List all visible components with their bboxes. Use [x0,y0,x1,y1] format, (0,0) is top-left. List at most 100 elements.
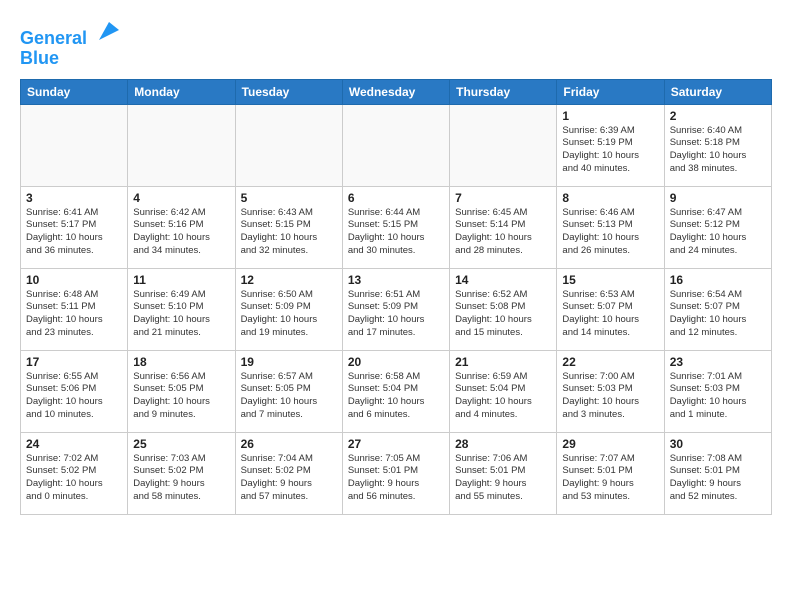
calendar-table: SundayMondayTuesdayWednesdayThursdayFrid… [20,79,772,515]
day-info: Sunrise: 6:39 AM Sunset: 5:19 PM Dayligh… [562,125,658,176]
calendar-cell: 24Sunrise: 7:02 AM Sunset: 5:02 PM Dayli… [21,432,128,514]
calendar-cell: 29 Sunrise: 7:07 AM Sunset: 5:01 PM Dayli… [557,432,664,514]
day-number: 16 [670,273,766,287]
day-number: 25 [133,437,229,451]
day-info: Sunrise: 6:53 AM Sunset: 5:07 PM Dayligh… [562,289,658,340]
day-number: 11 [133,273,229,287]
day-number: 2 [670,109,766,123]
day-info: Sunrise: 6:41 AM Sunset: 5:17 PM Dayligh… [26,207,122,258]
weekday-row: SundayMondayTuesdayWednesdayThursdayFrid… [21,79,772,104]
day-info: Sunrise: 7:04 AM Sunset: 5:02 PM Dayligh… [241,453,337,504]
week-row-4: 24Sunrise: 7:02 AM Sunset: 5:02 PM Dayli… [21,432,772,514]
logo-blue: Blue [20,49,123,69]
day-number: 7 [455,191,551,205]
logo-text: General [20,16,123,49]
day-number: 22 [562,355,658,369]
day-info: Sunrise: 7:05 AM Sunset: 5:01 PM Dayligh… [348,453,444,504]
calendar-cell: 12 Sunrise: 6:50 AM Sunset: 5:09 PM Dayli… [235,268,342,350]
day-info: Sunrise: 7:07 AM Sunset: 5:01 PM Dayligh… [562,453,658,504]
calendar-header: SundayMondayTuesdayWednesdayThursdayFrid… [21,79,772,104]
calendar-cell: 1Sunrise: 6:39 AM Sunset: 5:19 PM Daylig… [557,104,664,186]
week-row-0: 1Sunrise: 6:39 AM Sunset: 5:19 PM Daylig… [21,104,772,186]
day-number: 28 [455,437,551,451]
day-number: 20 [348,355,444,369]
day-info: Sunrise: 7:03 AM Sunset: 5:02 PM Dayligh… [133,453,229,504]
logo: General Blue [20,16,123,69]
day-info: Sunrise: 6:47 AM Sunset: 5:12 PM Dayligh… [670,207,766,258]
calendar-cell: 30 Sunrise: 7:08 AM Sunset: 5:01 PM Dayli… [664,432,771,514]
day-number: 29 [562,437,658,451]
calendar-cell: 23 Sunrise: 7:01 AM Sunset: 5:03 PM Dayli… [664,350,771,432]
day-info: Sunrise: 6:55 AM Sunset: 5:06 PM Dayligh… [26,371,122,422]
day-info: Sunrise: 6:54 AM Sunset: 5:07 PM Dayligh… [670,289,766,340]
day-number: 3 [26,191,122,205]
day-number: 27 [348,437,444,451]
calendar-cell [450,104,557,186]
day-info: Sunrise: 7:00 AM Sunset: 5:03 PM Dayligh… [562,371,658,422]
weekday-header-saturday: Saturday [664,79,771,104]
day-info: Sunrise: 7:08 AM Sunset: 5:01 PM Dayligh… [670,453,766,504]
calendar-cell: 22 Sunrise: 7:00 AM Sunset: 5:03 PM Dayli… [557,350,664,432]
logo-general: General [20,28,87,48]
calendar-cell: 14 Sunrise: 6:52 AM Sunset: 5:08 PM Dayli… [450,268,557,350]
day-number: 5 [241,191,337,205]
calendar-cell: 19Sunrise: 6:57 AM Sunset: 5:05 PM Dayli… [235,350,342,432]
calendar-cell: 28 Sunrise: 7:06 AM Sunset: 5:01 PM Dayli… [450,432,557,514]
calendar-body: 1Sunrise: 6:39 AM Sunset: 5:19 PM Daylig… [21,104,772,514]
day-number: 4 [133,191,229,205]
calendar-cell: 17 Sunrise: 6:55 AM Sunset: 5:06 PM Dayli… [21,350,128,432]
week-row-1: 3 Sunrise: 6:41 AM Sunset: 5:17 PM Daylig… [21,186,772,268]
day-info: Sunrise: 6:57 AM Sunset: 5:05 PM Dayligh… [241,371,337,422]
calendar-cell [342,104,449,186]
day-info: Sunrise: 7:01 AM Sunset: 5:03 PM Dayligh… [670,371,766,422]
calendar-cell: 21 Sunrise: 6:59 AM Sunset: 5:04 PM Dayli… [450,350,557,432]
day-info: Sunrise: 7:06 AM Sunset: 5:01 PM Dayligh… [455,453,551,504]
page: General Blue SundayMondayTuesdayWednesda… [0,0,792,525]
calendar-cell: 10Sunrise: 6:48 AM Sunset: 5:11 PM Dayli… [21,268,128,350]
calendar-cell [128,104,235,186]
weekday-header-monday: Monday [128,79,235,104]
day-info: Sunrise: 6:59 AM Sunset: 5:04 PM Dayligh… [455,371,551,422]
day-number: 15 [562,273,658,287]
calendar-cell: 16 Sunrise: 6:54 AM Sunset: 5:07 PM Dayli… [664,268,771,350]
calendar-cell: 9 Sunrise: 6:47 AM Sunset: 5:12 PM Daylig… [664,186,771,268]
day-info: Sunrise: 6:56 AM Sunset: 5:05 PM Dayligh… [133,371,229,422]
calendar-cell: 13Sunrise: 6:51 AM Sunset: 5:09 PM Dayli… [342,268,449,350]
calendar-cell: 11 Sunrise: 6:49 AM Sunset: 5:10 PM Dayli… [128,268,235,350]
day-number: 23 [670,355,766,369]
day-info: Sunrise: 6:46 AM Sunset: 5:13 PM Dayligh… [562,207,658,258]
day-number: 14 [455,273,551,287]
calendar-cell: 15 Sunrise: 6:53 AM Sunset: 5:07 PM Dayli… [557,268,664,350]
day-info: Sunrise: 6:50 AM Sunset: 5:09 PM Dayligh… [241,289,337,340]
day-info: Sunrise: 6:43 AM Sunset: 5:15 PM Dayligh… [241,207,337,258]
logo-icon [95,16,123,44]
calendar-cell: 6Sunrise: 6:44 AM Sunset: 5:15 PM Daylig… [342,186,449,268]
day-number: 9 [670,191,766,205]
calendar-cell [21,104,128,186]
day-info: Sunrise: 6:40 AM Sunset: 5:18 PM Dayligh… [670,125,766,176]
weekday-header-friday: Friday [557,79,664,104]
day-info: Sunrise: 6:52 AM Sunset: 5:08 PM Dayligh… [455,289,551,340]
day-info: Sunrise: 6:58 AM Sunset: 5:04 PM Dayligh… [348,371,444,422]
calendar-cell: 27 Sunrise: 7:05 AM Sunset: 5:01 PM Dayli… [342,432,449,514]
day-number: 8 [562,191,658,205]
calendar-cell: 4 Sunrise: 6:42 AM Sunset: 5:16 PM Daylig… [128,186,235,268]
calendar-cell: 25 Sunrise: 7:03 AM Sunset: 5:02 PM Dayli… [128,432,235,514]
calendar-cell: 18 Sunrise: 6:56 AM Sunset: 5:05 PM Dayli… [128,350,235,432]
calendar-cell: 8 Sunrise: 6:46 AM Sunset: 5:13 PM Daylig… [557,186,664,268]
day-number: 18 [133,355,229,369]
weekday-header-sunday: Sunday [21,79,128,104]
day-info: Sunrise: 6:42 AM Sunset: 5:16 PM Dayligh… [133,207,229,258]
weekday-header-thursday: Thursday [450,79,557,104]
day-info: Sunrise: 6:45 AM Sunset: 5:14 PM Dayligh… [455,207,551,258]
day-number: 21 [455,355,551,369]
calendar-cell: 7 Sunrise: 6:45 AM Sunset: 5:14 PM Daylig… [450,186,557,268]
day-info: Sunrise: 6:49 AM Sunset: 5:10 PM Dayligh… [133,289,229,340]
day-number: 12 [241,273,337,287]
calendar-cell [235,104,342,186]
day-info: Sunrise: 7:02 AM Sunset: 5:02 PM Dayligh… [26,453,122,504]
calendar-cell: 20 Sunrise: 6:58 AM Sunset: 5:04 PM Dayli… [342,350,449,432]
day-number: 30 [670,437,766,451]
day-number: 17 [26,355,122,369]
day-info: Sunrise: 6:44 AM Sunset: 5:15 PM Dayligh… [348,207,444,258]
